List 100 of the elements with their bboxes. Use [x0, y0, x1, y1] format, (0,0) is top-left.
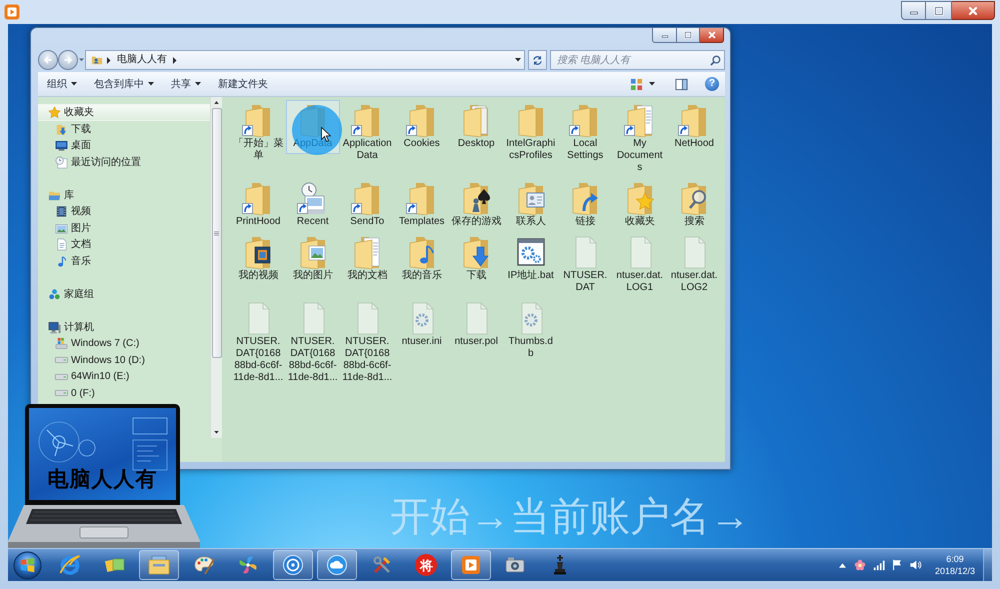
chevron-icon — [107, 56, 111, 64]
scrollbar-thumb[interactable] — [212, 108, 222, 358]
file-item[interactable]: 我的音乐 — [402, 232, 442, 286]
taskbar-app-button[interactable] — [139, 550, 180, 580]
minimize-button[interactable] — [901, 1, 926, 20]
file-item[interactable]: ntuser.ini — [402, 298, 442, 352]
refresh-button[interactable] — [528, 50, 547, 70]
file-item[interactable]: ntuser.dat.LOG1 — [614, 232, 665, 298]
file-item[interactable]: Templates — [398, 178, 445, 232]
show-hidden-icons-icon[interactable] — [839, 562, 846, 568]
close-button[interactable] — [952, 1, 995, 20]
file-item[interactable]: 我的图片 — [292, 232, 333, 286]
address-bar[interactable]: 电脑人人有 — [85, 50, 525, 70]
flag-icon[interactable] — [891, 559, 903, 571]
file-item[interactable]: My Documents — [614, 100, 665, 178]
toolbar-button[interactable]: 新建文件夹 — [212, 74, 274, 94]
file-item[interactable]: 「开始」菜单 — [233, 100, 284, 166]
dropdown-caret-icon[interactable] — [515, 58, 521, 62]
nav-item[interactable]: 64Win10 (E:) — [38, 368, 210, 385]
drive-icon — [55, 357, 68, 364]
file-item[interactable]: Thumbs.db — [506, 298, 556, 364]
file-item[interactable]: PrintHood — [236, 178, 280, 232]
file-item[interactable]: ntuser.pol — [454, 298, 498, 352]
view-tiles-icon — [630, 78, 643, 90]
file-item[interactable]: 保存的游戏 — [451, 178, 502, 232]
menu-button[interactable]: 组织 — [41, 74, 83, 94]
file-item[interactable]: 链接 — [569, 178, 602, 232]
caret-icon — [195, 82, 201, 86]
nav-item[interactable]: 收藏夹 — [38, 104, 210, 121]
file-item[interactable]: NTUSER.DAT{016888bd-6c6f-11de-8d1... — [342, 298, 392, 388]
file-item[interactable]: Application Data — [342, 100, 392, 166]
file-item[interactable]: NTUSER.DAT — [560, 232, 610, 298]
breadcrumb-item[interactable]: 电脑人人有 — [115, 53, 169, 67]
file-item[interactable]: 我的视频 — [238, 232, 278, 286]
nav-item[interactable]: 库 — [38, 186, 210, 204]
nav-item[interactable]: 音乐 — [38, 253, 210, 270]
maximize-button[interactable] — [926, 1, 952, 20]
computer-icon — [48, 320, 61, 334]
file-item[interactable]: Cookies — [404, 100, 440, 154]
file-item[interactable]: 下载 — [460, 232, 492, 286]
nav-item[interactable]: 文档 — [38, 236, 210, 253]
menu-button[interactable]: 包含到库中 — [88, 74, 160, 94]
show-desktop-button[interactable] — [983, 549, 992, 581]
preview-pane-icon[interactable] — [675, 78, 688, 90]
chess-piece-label: 将 — [415, 554, 438, 576]
nav-item[interactable]: 计算机 — [38, 318, 210, 336]
nav-item[interactable]: Windows 7 (C:) — [38, 336, 210, 352]
nav-item[interactable]: 最近访问的位置 — [38, 154, 210, 170]
file-item[interactable]: IntelGraphicsProfiles — [506, 100, 556, 166]
file-item[interactable]: SendTo — [350, 178, 384, 232]
file-item[interactable]: Recent — [296, 178, 329, 232]
volume-icon[interactable] — [909, 559, 922, 571]
nav-item[interactable]: Windows 10 (D:) — [38, 352, 210, 368]
nav-item[interactable]: 下载 — [38, 121, 210, 138]
menu-button[interactable]: 共享 — [165, 74, 207, 94]
disc-icon — [280, 553, 305, 577]
maximize-icon — [684, 31, 692, 39]
refresh-icon — [532, 54, 543, 66]
taskbar-app-button[interactable] — [272, 550, 313, 580]
file-item[interactable]: 我的文档 — [347, 232, 388, 286]
nav-item[interactable]: 视频 — [38, 204, 210, 220]
file-item[interactable]: NTUSER.DAT{016888bd-6c6f-11de-8d1... — [288, 298, 338, 388]
file-item[interactable]: IP地址.bat — [508, 232, 554, 286]
flower-icon[interactable] — [854, 559, 866, 571]
file-item[interactable]: NetHood — [674, 100, 714, 154]
picture-icon — [55, 222, 68, 235]
file-item[interactable]: 收藏夹 — [624, 178, 656, 232]
taskbar-app-button[interactable]: 将 — [406, 550, 446, 580]
search-field[interactable]: 搜索 电脑人人有 — [550, 50, 725, 70]
drive-flag-icon — [55, 337, 68, 350]
file-item[interactable]: ntuser.dat.LOG2 — [669, 232, 720, 298]
nav-item[interactable]: 0 (F:) — [38, 385, 210, 402]
file-item[interactable]: Local Settings — [560, 100, 610, 166]
history-caret-icon[interactable] — [79, 58, 84, 62]
file-item[interactable]: 搜索 — [678, 178, 710, 232]
file-item[interactable]: Desktop — [458, 100, 495, 154]
minimize-button[interactable] — [652, 28, 677, 43]
taskbar-app-button[interactable] — [317, 550, 358, 580]
star-icon — [48, 106, 61, 119]
drive-icon — [55, 390, 68, 396]
close-button[interactable] — [700, 28, 724, 43]
file-item[interactable]: NTUSER.DAT{016888bd-6c6f-11de-8d1... — [233, 298, 284, 388]
forward-button[interactable] — [58, 50, 78, 70]
signal-bars-icon[interactable] — [873, 559, 885, 571]
search-icon[interactable] — [710, 54, 721, 66]
nav-item[interactable]: 桌面 — [38, 138, 210, 154]
scroll-up-arrow-icon[interactable] — [214, 101, 219, 104]
scrollbar[interactable] — [210, 97, 222, 438]
file-item[interactable]: 联系人 — [514, 178, 547, 232]
nav-item[interactable]: 家庭组 — [38, 286, 210, 302]
maximize-icon — [934, 6, 944, 16]
maximize-button[interactable] — [677, 28, 700, 43]
start-orb-icon — [12, 550, 42, 580]
taskbar-app-button[interactable] — [450, 550, 491, 580]
nav-item[interactable]: 图片 — [38, 220, 210, 236]
scroll-down-arrow-icon[interactable] — [214, 431, 219, 434]
caption-text: 开始→当前账户名→ — [390, 494, 750, 541]
back-button[interactable] — [38, 50, 58, 70]
clock[interactable]: 6:09 2018/12/3 — [927, 553, 983, 577]
document-icon — [55, 238, 68, 252]
